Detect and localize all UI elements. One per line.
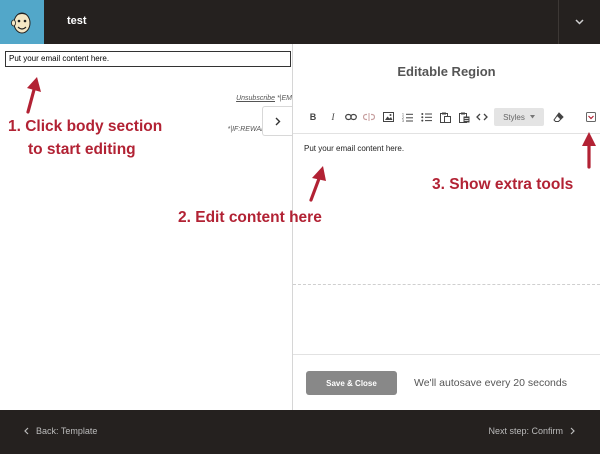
autosave-note: We'll autosave every 20 seconds xyxy=(414,377,567,389)
bold-icon[interactable]: B xyxy=(308,110,318,124)
body-section[interactable]: Put your email content here. xyxy=(5,51,291,67)
styles-dropdown[interactable]: Styles xyxy=(494,108,544,126)
editor-panel: Editable Region B I 123 Styles Put your … xyxy=(292,44,600,410)
logo[interactable] xyxy=(0,0,44,44)
panel-title: Editable Region xyxy=(397,64,496,79)
bottom-nav-bar: Back: Template Next step: Confirm xyxy=(0,410,600,454)
annotation-step2: 2. Edit content here xyxy=(178,209,322,226)
email-preview: Put your email content here. Unsubscribe… xyxy=(0,44,292,410)
bulleted-list-icon[interactable] xyxy=(419,110,433,124)
save-bar: Save & Close We'll autosave every 20 sec… xyxy=(293,354,600,410)
chevron-down-icon xyxy=(575,19,584,25)
chevron-right-icon xyxy=(570,427,575,435)
italic-icon[interactable]: I xyxy=(328,110,338,124)
link-icon[interactable] xyxy=(344,110,358,124)
chevron-left-icon xyxy=(24,427,29,435)
next-label: Next step: Confirm xyxy=(488,426,563,436)
image-icon[interactable] xyxy=(381,110,395,124)
unlink-icon[interactable] xyxy=(362,110,376,124)
toggle-panel-button[interactable] xyxy=(262,106,292,136)
save-close-button[interactable]: Save & Close xyxy=(306,371,397,395)
annotation-step1-line1: 1. Click body section xyxy=(8,118,163,135)
caret-down-icon xyxy=(529,115,535,119)
content-text: Put your email content here. xyxy=(304,144,405,153)
styles-label: Styles xyxy=(503,112,525,122)
chevron-right-icon xyxy=(275,117,280,125)
unsubscribe-link[interactable]: Unsubscribe xyxy=(236,95,275,102)
content-divider xyxy=(293,284,600,285)
extra-tools-icon[interactable] xyxy=(585,110,597,124)
clear-format-icon[interactable] xyxy=(551,110,565,124)
top-bar: test xyxy=(0,0,600,44)
account-menu-button[interactable] xyxy=(559,0,600,44)
unsubscribe-merge-tag: *|EM xyxy=(275,95,292,102)
editor-toolbar: B I 123 Styles xyxy=(293,100,600,134)
campaign-title: test xyxy=(67,15,87,27)
numbered-list-icon[interactable]: 123 xyxy=(400,110,414,124)
mailchimp-freddie-icon xyxy=(11,12,31,34)
next-step-button[interactable]: Next step: Confirm xyxy=(488,426,575,436)
content-editor[interactable]: Put your email content here. xyxy=(293,135,600,285)
footer-unsubscribe-line: Unsubscribe *|EM xyxy=(236,95,292,102)
svg-text:3: 3 xyxy=(402,119,404,122)
annotation-step3: 3. Show extra tools xyxy=(432,176,574,193)
paste-icon[interactable] xyxy=(438,110,452,124)
annotation-step1-line2: to start editing xyxy=(28,141,136,158)
back-label: Back: Template xyxy=(36,426,98,436)
source-code-icon[interactable] xyxy=(475,110,489,124)
back-template-button[interactable]: Back: Template xyxy=(24,426,97,436)
paste-text-icon[interactable] xyxy=(457,110,471,124)
